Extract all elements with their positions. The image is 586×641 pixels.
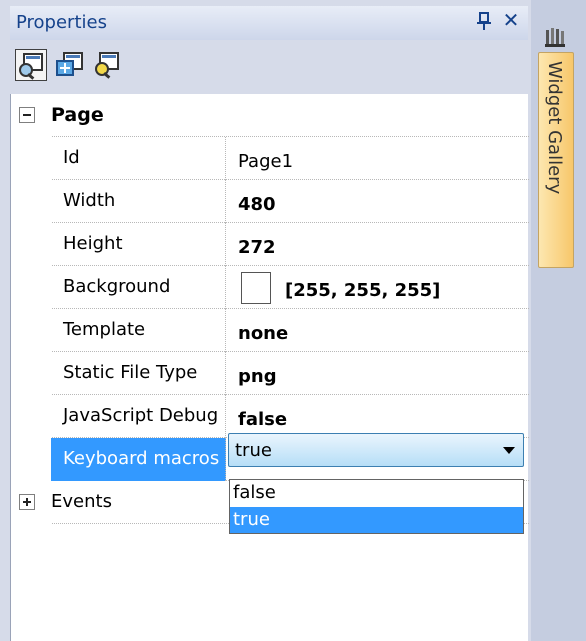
properties-panel: Properties ✕ Page Id Page1 Width 480 Hei… xyxy=(0,0,531,641)
row-gutter xyxy=(11,352,51,395)
property-row-height[interactable]: Height 272 xyxy=(11,223,529,266)
property-row-id[interactable]: Id Page1 xyxy=(11,137,529,180)
combobox-dropdown-list: false true xyxy=(229,479,524,534)
property-row-template[interactable]: Template none xyxy=(11,309,529,352)
combobox-value: true xyxy=(235,440,272,461)
property-value[interactable]: 480 xyxy=(227,180,529,223)
property-value-text: Page1 xyxy=(238,151,294,172)
property-name-label: Width xyxy=(63,190,116,211)
events-view-button[interactable] xyxy=(54,49,86,81)
property-name[interactable]: JavaScript Debug xyxy=(51,395,226,438)
property-row-static-file-type[interactable]: Static File Type png xyxy=(11,352,529,395)
row-gutter xyxy=(11,180,51,223)
pin-icon[interactable] xyxy=(475,11,493,33)
property-grid: Page Id Page1 Width 480 Height 272 Backg… xyxy=(10,94,529,641)
property-value[interactable]: png xyxy=(227,352,529,395)
boolean-combobox[interactable]: true xyxy=(228,433,524,467)
property-value[interactable]: none xyxy=(227,309,529,352)
property-name[interactable]: Background xyxy=(51,266,226,309)
property-name-label: JavaScript Debug xyxy=(63,405,219,426)
collapse-icon[interactable] xyxy=(19,107,35,123)
property-value[interactable]: Page1 xyxy=(227,137,529,180)
property-row-javascript-debug[interactable]: JavaScript Debug false xyxy=(11,395,529,438)
category-row-page: Page xyxy=(11,94,529,137)
property-value-text: 272 xyxy=(238,237,276,258)
property-value-text: none xyxy=(238,323,289,344)
property-row-width[interactable]: Width 480 xyxy=(11,180,529,223)
property-name-label: Static File Type xyxy=(63,362,198,383)
categorized-view-button[interactable] xyxy=(92,49,124,81)
row-gutter xyxy=(11,481,51,524)
property-name[interactable]: Keyboard macros xyxy=(51,438,226,481)
category-label: Events xyxy=(51,491,112,512)
close-icon[interactable]: ✕ xyxy=(500,8,522,34)
property-name[interactable]: Template xyxy=(51,309,226,352)
property-row-background[interactable]: Background [255, 255, 255] xyxy=(11,266,529,309)
category-label: Page xyxy=(51,104,104,126)
property-name[interactable]: Static File Type xyxy=(51,352,226,395)
property-name-label: Keyboard macros xyxy=(63,448,220,469)
row-gutter xyxy=(11,309,51,352)
property-value-text: 480 xyxy=(238,194,276,215)
panel-title: Properties xyxy=(16,12,107,33)
expand-icon[interactable] xyxy=(19,494,35,510)
property-name-label: Id xyxy=(63,147,80,168)
property-name[interactable]: Height xyxy=(51,223,226,266)
events-view-icon xyxy=(56,52,83,76)
widget-gallery-icon[interactable] xyxy=(543,26,567,50)
properties-view-button[interactable] xyxy=(15,49,47,81)
chevron-down-icon[interactable] xyxy=(503,447,515,454)
row-gutter xyxy=(11,266,51,309)
row-gutter xyxy=(11,137,51,180)
property-name[interactable]: Id xyxy=(51,137,226,180)
property-value[interactable]: false xyxy=(227,395,529,438)
property-name-label: Height xyxy=(63,233,123,254)
color-swatch[interactable] xyxy=(241,272,271,304)
option-label: true xyxy=(233,509,270,530)
widget-gallery-tab-label: Widget Gallery xyxy=(544,61,565,195)
row-gutter xyxy=(11,223,51,266)
property-name-label: Background xyxy=(63,276,171,297)
categorized-view-icon xyxy=(95,52,119,79)
row-gutter xyxy=(11,438,51,481)
option-label: false xyxy=(233,482,276,503)
property-value-text: [255, 255, 255] xyxy=(285,280,441,301)
properties-view-icon xyxy=(19,53,43,80)
property-value-text: false xyxy=(238,409,288,430)
properties-toolbar xyxy=(10,44,528,92)
property-name-label: Template xyxy=(63,319,146,340)
row-gutter xyxy=(11,395,51,438)
panel-titlebar: Properties ✕ xyxy=(10,6,528,40)
property-name[interactable]: Width xyxy=(51,180,226,223)
row-gutter xyxy=(11,94,51,137)
dropdown-option-false[interactable]: false xyxy=(230,480,523,506)
property-value-text: png xyxy=(238,366,277,387)
property-value[interactable]: 272 xyxy=(227,223,529,266)
widget-gallery-tab[interactable]: Widget Gallery xyxy=(538,52,574,268)
dropdown-option-true[interactable]: true xyxy=(230,507,523,533)
property-value[interactable]: [255, 255, 255] xyxy=(227,266,529,309)
